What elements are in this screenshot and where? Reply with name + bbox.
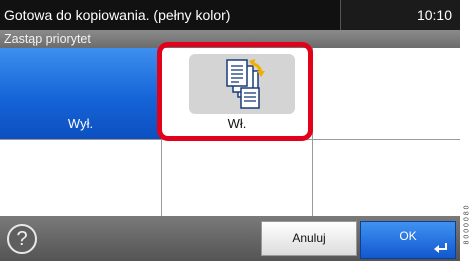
status-message: Gotowa do kopiowania. (pełny kolor) [0,0,340,30]
help-button[interactable]: ? [7,224,37,254]
empty-cell [313,48,460,139]
empty-cell [313,140,460,216]
ok-button[interactable]: OK [360,221,456,259]
ok-button-label: OK [399,229,417,243]
status-bar: Gotowa do kopiowania. (pełny kolor) 10:1… [0,0,460,30]
cancel-button[interactable]: Anuluj [261,221,357,256]
option-grid: Wył. Wł. [0,48,460,216]
empty-cell [162,140,312,216]
option-on-button[interactable]: Wł. [162,48,312,139]
enter-icon [434,243,447,253]
option-off-label: Wył. [67,116,94,131]
empty-cell [0,140,161,216]
figure-code-text: 8 0 0 0 0 8 0 [463,205,471,245]
option-on-label: Wł. [227,116,247,131]
option-off-button[interactable]: Wył. [0,48,161,139]
copy-documents-icon [189,54,295,114]
device-panel: Gotowa do kopiowania. (pełny kolor) 10:1… [0,0,460,261]
status-divider [340,0,341,30]
screen-title: Zastąp priorytet [0,30,460,48]
bottom-bar: ? Anuluj OK [0,216,460,261]
status-time: 10:10 [416,7,452,23]
figure-code: 8 0 0 0 0 8 0 [462,192,472,258]
